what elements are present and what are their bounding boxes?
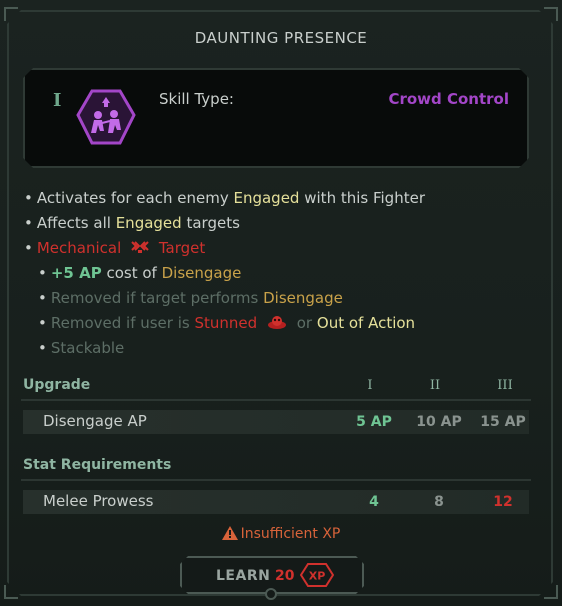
requirement-value-tier2: 8 <box>434 494 444 510</box>
desc-text: Removed if target performs <box>50 289 259 307</box>
warning-text: Insufficient XP <box>240 526 341 542</box>
desc-text: cost of <box>106 264 157 282</box>
requirement-value-tier1: 4 <box>369 494 379 510</box>
frame-corner-tl <box>4 7 18 21</box>
skill-tooltip-panel: DAUNTING PRESENCE I Skill Type: Crowd Co… <box>0 0 562 606</box>
frame-corner-tr <box>544 7 558 21</box>
bullet: • <box>24 189 33 207</box>
keyword-disengage[interactable]: Disengage <box>263 289 343 307</box>
upgrade-row-label: Disengage AP <box>43 412 147 430</box>
bullet: • <box>38 264 47 282</box>
xp-icon: XP <box>300 563 334 587</box>
keyword-mechanical[interactable]: Mechanical <box>37 239 121 257</box>
desc-text: Target <box>158 239 206 257</box>
tier-column-1: I <box>367 378 373 393</box>
keyword-engaged[interactable]: Engaged <box>233 189 299 207</box>
insufficient-xp-warning: Insufficient XP <box>0 526 562 542</box>
bullet: • <box>38 314 47 332</box>
stat-requirements-heading: Stat Requirements <box>23 457 172 473</box>
desc-line-removed-disengage: • Removed if target performs Disengage <box>38 289 343 307</box>
desc-text: Removed if user is <box>50 314 190 332</box>
skill-title: DAUNTING PRESENCE <box>194 29 368 47</box>
tier-column-2: II <box>429 378 441 393</box>
bullet: • <box>38 339 47 357</box>
bullet: • <box>24 214 33 232</box>
mechanical-icon <box>131 241 149 253</box>
section-divider <box>21 399 531 401</box>
desc-line-stackable: • Stackable <box>38 339 124 357</box>
desc-line-removed-stunned: • Removed if user is Stunned or Out of Ac… <box>38 314 415 332</box>
keyword-stunned[interactable]: Stunned <box>195 314 258 332</box>
upgrade-value-tier2: 10 AP <box>416 414 462 430</box>
desc-line-mechanical-target: • Mechanical Target <box>24 239 205 257</box>
requirement-value-tier3: 12 <box>493 494 513 510</box>
desc-text: Affects all <box>36 214 111 232</box>
skill-type-value: Crowd Control <box>388 90 509 108</box>
ap-cost-value: +5 AP <box>50 264 102 282</box>
desc-text: or <box>296 314 313 332</box>
crowd-control-icon <box>76 89 136 145</box>
bullet: • <box>38 289 47 307</box>
frame-corner-br <box>544 585 558 599</box>
xp-unit: XP <box>309 570 326 583</box>
warning-icon <box>221 526 238 540</box>
upgrade-value-tier3: 15 AP <box>480 414 526 430</box>
desc-text: Stackable <box>50 339 125 357</box>
bullet: • <box>24 239 33 257</box>
stunned-icon <box>267 316 286 329</box>
tier-marker: I <box>53 90 62 111</box>
keyword-engaged[interactable]: Engaged <box>116 214 182 232</box>
tier-column-3: III <box>497 378 513 393</box>
desc-text: Activates for each enemy <box>36 189 229 207</box>
learn-button-label: LEARN <box>216 568 271 584</box>
upgrade-value-tier1: 5 AP <box>356 414 392 430</box>
keyword-disengage[interactable]: Disengage <box>162 264 242 282</box>
learn-cost-value: 20 <box>275 568 295 584</box>
skill-type-label: Skill Type: <box>159 90 234 108</box>
desc-text: targets <box>186 214 240 232</box>
desc-line-affects-engaged: • Affects all Engaged targets <box>24 214 240 232</box>
requirement-row-label: Melee Prowess <box>43 492 154 510</box>
desc-text: with this Fighter <box>304 189 425 207</box>
upgrade-heading: Upgrade <box>23 377 91 393</box>
section-divider <box>21 479 531 481</box>
frame-corner-bl <box>4 585 18 599</box>
desc-line-ap-cost: • +5 AP cost of Disengage <box>38 264 241 282</box>
keyword-out-of-action[interactable]: Out of Action <box>317 314 415 332</box>
scroll-indicator-icon <box>265 588 277 600</box>
desc-line-engaged-enemy: • Activates for each enemy Engaged with t… <box>24 189 425 207</box>
